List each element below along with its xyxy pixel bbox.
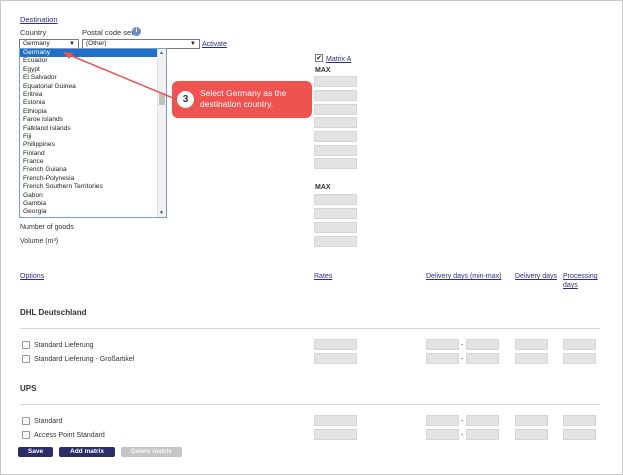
delivery-min-field[interactable] (426, 415, 459, 426)
option-label: Standard (34, 418, 63, 425)
max-field[interactable] (314, 90, 357, 101)
info-icon[interactable]: i (132, 27, 141, 36)
delivery-days-field[interactable] (515, 415, 548, 426)
number-of-goods-label: Number of goods (20, 224, 74, 231)
max-field[interactable] (314, 158, 357, 169)
country-option[interactable]: Falkland Islands (20, 125, 158, 133)
delete-matrix-button[interactable]: Delete matrix (121, 447, 182, 457)
country-option[interactable]: Faroe Islands (20, 116, 158, 124)
processing-days-header[interactable]: Processing days (563, 272, 603, 290)
range-separator: - (461, 432, 464, 439)
max-field[interactable] (314, 194, 357, 205)
option-checkbox[interactable] (22, 341, 30, 349)
option-label: Access Point Standard (34, 432, 105, 439)
max-field[interactable] (314, 104, 357, 115)
callout-arrow-line (66, 53, 174, 99)
range-separator: - (461, 356, 464, 363)
option-label: Standard Lieferung (34, 342, 94, 349)
max-label: MAX (315, 184, 331, 191)
delivery-max-field[interactable] (466, 415, 499, 426)
processing-days-field[interactable] (563, 429, 596, 440)
rate-field[interactable] (314, 353, 357, 364)
callout-text: Select Germany as the destination countr… (200, 88, 287, 109)
carrier-name-ups: UPS (20, 384, 37, 393)
rate-field[interactable] (314, 415, 357, 426)
option-checkbox[interactable] (22, 431, 30, 439)
option-label: Standard Lieferung - Großartikel (34, 356, 135, 363)
add-matrix-button[interactable]: Add matrix (59, 447, 115, 457)
destination-heading: Destination (20, 15, 58, 24)
carrier-name-dhl: DHL Deutschland (20, 308, 87, 317)
delivery-min-field[interactable] (426, 353, 459, 364)
max-field[interactable] (314, 117, 357, 128)
processing-days-field[interactable] (563, 353, 596, 364)
max-field[interactable] (314, 76, 357, 87)
volume-field[interactable] (314, 236, 357, 247)
max-field[interactable] (314, 131, 357, 142)
max-field[interactable] (314, 145, 357, 156)
country-option[interactable]: Finland (20, 150, 158, 158)
rate-field[interactable] (314, 339, 357, 350)
processing-days-field[interactable] (563, 339, 596, 350)
rates-header[interactable]: Rates (314, 272, 332, 281)
range-separator: - (461, 418, 464, 425)
divider (20, 404, 600, 405)
delivery-days-field[interactable] (515, 339, 548, 350)
scroll-down-icon[interactable]: ▼ (159, 210, 164, 216)
delivery-days-header[interactable]: Delivery days (515, 272, 557, 281)
country-label: Country (20, 28, 47, 37)
option-checkbox[interactable] (22, 417, 30, 425)
divider (20, 328, 600, 329)
country-option[interactable]: French Guiana (20, 166, 158, 174)
option-checkbox[interactable] (22, 355, 30, 363)
matrix-a-label[interactable]: Matrix A (326, 55, 351, 64)
delivery-days-field[interactable] (515, 429, 548, 440)
country-option[interactable]: Georgia (20, 208, 158, 216)
delivery-min-field[interactable] (426, 339, 459, 350)
delivery-min-field[interactable] (426, 429, 459, 440)
country-option[interactable]: French-Polynesia (20, 175, 158, 183)
country-option[interactable]: France (20, 158, 158, 166)
country-option[interactable]: Fiji (20, 133, 158, 141)
delivery-min-max-header[interactable]: Delivery days (min-max) (426, 272, 501, 281)
instruction-callout: 3 Select Germany as the destination coun… (172, 81, 312, 118)
max-label: MAX (315, 67, 331, 74)
number-of-goods-field[interactable] (314, 222, 357, 233)
country-option[interactable]: Philippines (20, 141, 158, 149)
country-option[interactable]: Gambia (20, 200, 158, 208)
delivery-max-field[interactable] (466, 353, 499, 364)
country-option[interactable]: Ethiopia (20, 108, 158, 116)
callout-arrow (63, 52, 174, 99)
activate-link[interactable]: Activate (202, 40, 227, 49)
delivery-days-field[interactable] (515, 353, 548, 364)
delivery-max-field[interactable] (466, 429, 499, 440)
country-select-value: Germany (23, 40, 50, 47)
save-button[interactable]: Save (18, 447, 53, 457)
chevron-down-icon: ▼ (190, 41, 196, 47)
matrix-a-checkbox[interactable]: ✔ (315, 54, 323, 62)
step-number-badge: 3 (177, 91, 194, 108)
processing-days-field[interactable] (563, 415, 596, 426)
volume-label: Volume (m³) (20, 238, 59, 245)
options-header[interactable]: Options (20, 272, 44, 281)
country-option[interactable]: Gabon (20, 192, 158, 200)
max-field[interactable] (314, 208, 357, 219)
range-separator: - (461, 342, 464, 349)
postal-code-sets-label: Postal code sets (82, 28, 138, 37)
delivery-max-field[interactable] (466, 339, 499, 350)
country-option[interactable]: French Southern Territories (20, 183, 158, 191)
rate-field[interactable] (314, 429, 357, 440)
